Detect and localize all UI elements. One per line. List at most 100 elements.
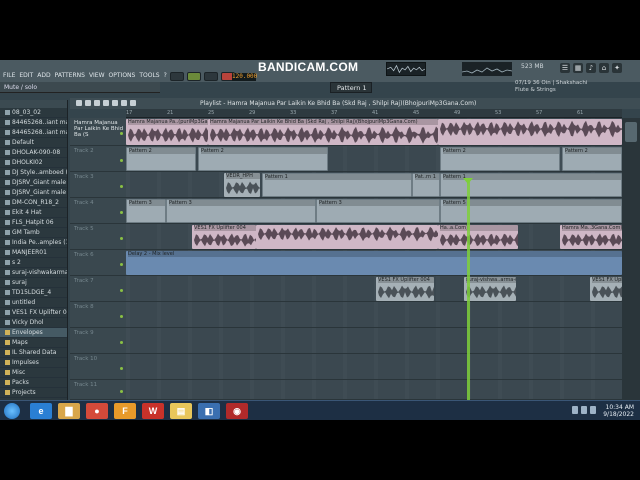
track-mute-led[interactable] xyxy=(120,314,123,318)
media-taskbar-icon[interactable]: ◧ xyxy=(198,403,220,419)
volume-icon[interactable] xyxy=(590,406,596,414)
playlist-clip[interactable] xyxy=(438,119,622,145)
playlist-clip[interactable]: Pattern 3 xyxy=(316,199,440,223)
browser-folder[interactable]: Maps xyxy=(0,338,67,348)
tempo-display[interactable]: 120.000 xyxy=(232,73,257,81)
track-header[interactable]: Track 11 xyxy=(70,380,126,400)
browser-file[interactable]: GM Tamb xyxy=(0,228,67,238)
track-mute-led[interactable] xyxy=(120,210,123,214)
delete-tool-icon[interactable] xyxy=(94,100,100,106)
network-icon[interactable] xyxy=(581,406,587,414)
playlist-clip[interactable]: Delay 2 - Mix level xyxy=(126,251,622,275)
track-lane[interactable]: VES1 FX Uplifter 004 Ha..a.Com) Hamra Ma..… xyxy=(126,224,622,250)
fl-taskbar-icon[interactable]: F xyxy=(114,403,136,419)
pat-song-toggle[interactable] xyxy=(170,72,184,81)
playlist-clip[interactable]: VES1 FX Upl...004 xyxy=(590,277,622,301)
playlist-clip[interactable]: Pattern 3 xyxy=(126,199,166,223)
track-mute-led[interactable] xyxy=(120,236,123,240)
browser-file[interactable]: MANJEER01 xyxy=(0,248,67,258)
track-header[interactable]: Track 5 xyxy=(70,224,126,250)
browser-icon[interactable]: ⌂ xyxy=(599,63,609,73)
menu-view[interactable]: VIEW xyxy=(89,72,105,79)
playlist-clip[interactable]: Hamra Majanua Pa..(puriMp3Gana.Com) xyxy=(126,119,208,145)
playlist-clip[interactable]: Pat..rn 1 xyxy=(412,173,440,197)
playlist-clip[interactable]: Pattern 2 xyxy=(126,147,196,171)
tray-icon[interactable] xyxy=(572,406,578,414)
browser-file[interactable]: Default xyxy=(0,138,67,148)
playlist-clip[interactable]: Hamra Majanua Par Laikin Ke Bhid Ba (Skd… xyxy=(208,119,438,145)
browser-file[interactable]: suraj-vishwakarma-dj xyxy=(0,268,67,278)
browser-file[interactable]: 84465268..iant male xyxy=(0,118,67,128)
track-lane[interactable] xyxy=(126,354,622,380)
playlist-clip[interactable]: Hamra Ma..3Gana.Com) xyxy=(560,225,622,249)
playlist-clip[interactable]: Pattern 2 xyxy=(198,147,328,171)
start-button[interactable] xyxy=(4,403,20,419)
stop-button[interactable] xyxy=(204,72,218,81)
track-lane[interactable]: Hamra Majanua Pa..(puriMp3Gana.Com)Hamra… xyxy=(126,118,622,146)
menu-patterns[interactable]: PATTERNS xyxy=(55,72,85,79)
track-lane[interactable]: VEDR_HPH Pattern 1 Pat..rn 1 Pattern 1 xyxy=(126,172,622,198)
taskbar-clock[interactable]: 10:34 AM 9/18/2022 xyxy=(603,404,634,418)
explorer-taskbar-icon[interactable]: ▤ xyxy=(170,403,192,419)
track-mute-led[interactable] xyxy=(120,288,123,292)
mixer-icon[interactable]: ☰ xyxy=(560,63,570,73)
playlist-clip[interactable]: suraj-vishwa..arma-dj xyxy=(464,277,516,301)
zoom-tool-icon[interactable] xyxy=(130,100,136,106)
draw-tool-icon[interactable] xyxy=(76,100,82,106)
playhead[interactable] xyxy=(467,178,470,420)
piano-roll-icon[interactable]: ♪ xyxy=(586,63,596,73)
mute-tool-icon[interactable] xyxy=(103,100,109,106)
bandicam-taskbar-icon[interactable]: ◉ xyxy=(226,403,248,419)
browser-file[interactable]: 84465268..iant male xyxy=(0,128,67,138)
track-lane[interactable]: Pattern 3 Pattern 3 Pattern 3 Pattern 5 xyxy=(126,198,622,224)
menu-tools[interactable]: TOOLS xyxy=(139,72,159,79)
browser-file[interactable]: s 2 xyxy=(0,258,67,268)
playlist-title[interactable]: Playlist - Hamra Majanua Par Laikin Ke B… xyxy=(70,98,640,109)
playlist-clip[interactable] xyxy=(256,225,438,249)
browser-file[interactable]: 08_03_02 xyxy=(0,108,67,118)
plugin-icon[interactable]: ✦ xyxy=(612,63,622,73)
vertical-scrollbar[interactable] xyxy=(622,118,640,400)
track-header[interactable]: Track 7 xyxy=(70,276,126,302)
browser-folder[interactable]: Packs xyxy=(0,378,67,388)
menu-add[interactable]: ADD xyxy=(37,72,50,79)
browser-file[interactable]: DJSRV_Giant male xyxy=(0,178,67,188)
track-mute-led[interactable] xyxy=(120,184,123,188)
scroll-thumb[interactable] xyxy=(625,122,637,142)
browser-file[interactable]: DHOLAK-090-08 xyxy=(0,148,67,158)
browser-file[interactable]: Vicky Dhol xyxy=(0,318,67,328)
track-header[interactable]: Track 2 xyxy=(70,146,126,172)
track-header[interactable]: Track 6 xyxy=(70,250,126,276)
track-lane[interactable] xyxy=(126,380,622,400)
menu-edit[interactable]: EDIT xyxy=(19,72,33,79)
track-mute-led[interactable] xyxy=(120,131,123,135)
playlist-clip[interactable]: Pattern 3 xyxy=(166,199,316,223)
browser-file[interactable]: untitled xyxy=(0,298,67,308)
playlist-clip[interactable]: Pattern 2 xyxy=(440,147,560,171)
menu-help[interactable]: ? xyxy=(164,72,167,79)
browser-folder[interactable]: Envelopes xyxy=(0,328,67,338)
menu-file[interactable]: FILE xyxy=(3,72,15,79)
ie-taskbar-icon[interactable]: e xyxy=(30,403,52,419)
browser-file[interactable]: Ekit 4 Hat xyxy=(0,208,67,218)
track-mute-led[interactable] xyxy=(120,340,123,344)
track-lane[interactable] xyxy=(126,302,622,328)
browser-file[interactable]: FLS_Hatpit 06 xyxy=(0,218,67,228)
browser-file[interactable]: DJSRV_Giant male xyxy=(0,188,67,198)
menu-options[interactable]: OPTIONS xyxy=(109,72,136,79)
playlist-clip[interactable]: Pattern 2 xyxy=(562,147,622,171)
track-header[interactable]: Track 8 xyxy=(70,302,126,328)
track-header[interactable]: Track 3 xyxy=(70,172,126,198)
playlist-clip[interactable]: VES1 FX Uplifter 004 xyxy=(192,225,256,249)
browser-file[interactable]: DHOLKI02 xyxy=(0,158,67,168)
select-tool-icon[interactable] xyxy=(121,100,127,106)
paint-tool-icon[interactable] xyxy=(85,100,91,106)
browser-file[interactable]: VES1 FX Uplifter 004 xyxy=(0,308,67,318)
track-lane[interactable] xyxy=(126,328,622,354)
browser-folder[interactable]: Impulses xyxy=(0,358,67,368)
track-lane[interactable]: Pattern 2 Pattern 2 Pattern 2 Pattern 2 xyxy=(126,146,622,172)
browser-file[interactable]: TD15LDGE_4 xyxy=(0,288,67,298)
browser-file[interactable]: India Pe..amples (17) xyxy=(0,238,67,248)
pattern-selector[interactable]: Pattern 1 xyxy=(330,82,372,93)
track-header[interactable]: Track 4 xyxy=(70,198,126,224)
